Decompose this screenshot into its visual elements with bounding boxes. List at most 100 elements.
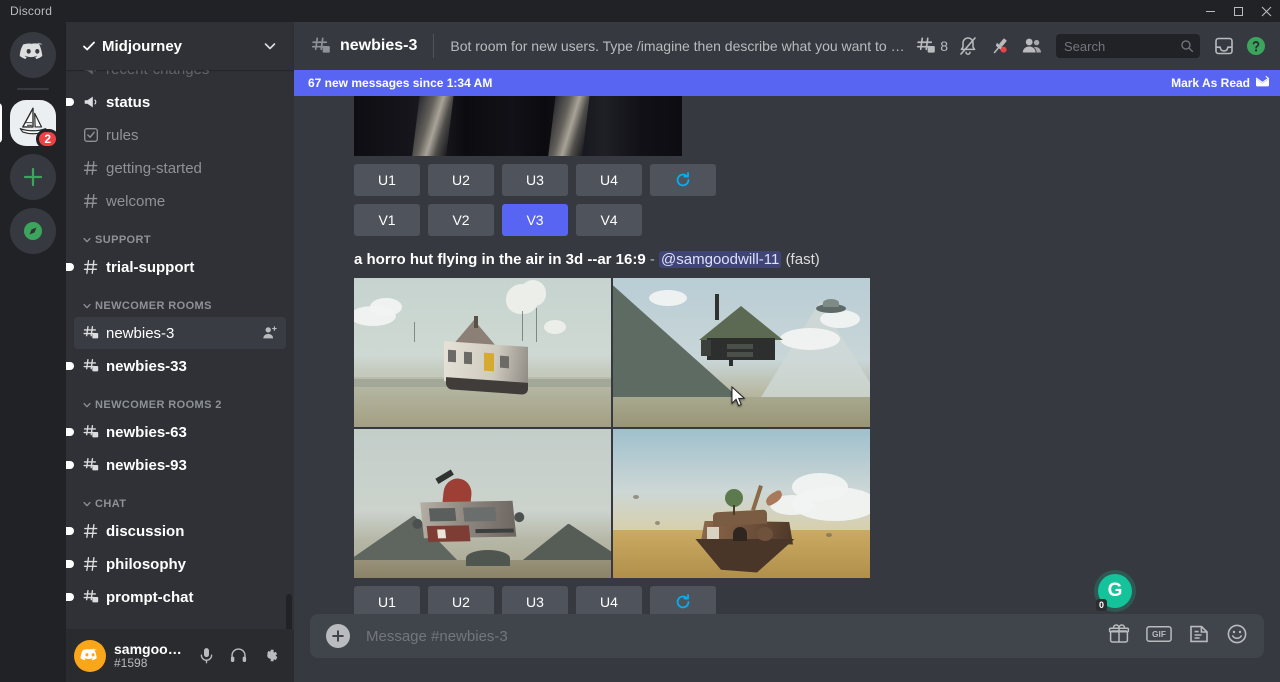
- variation-button-v1[interactable]: V1: [354, 204, 420, 236]
- mark-as-read-button[interactable]: Mark As Read: [1171, 75, 1270, 91]
- upscale-button-u4[interactable]: U4: [576, 586, 642, 615]
- threads-icon[interactable]: 8: [911, 30, 952, 62]
- close-icon[interactable]: [1252, 0, 1280, 22]
- forum-hash-icon: [82, 423, 100, 441]
- sidebar-item-philosophy[interactable]: philosophy: [74, 548, 286, 580]
- sidebar-item-newbies-63[interactable]: newbies-63: [74, 416, 286, 448]
- upscale-button-u2[interactable]: U2: [428, 164, 494, 196]
- inbox-icon[interactable]: [1208, 30, 1240, 62]
- grammarly-badge[interactable]: G 0: [1098, 574, 1132, 608]
- upscale-button-u3[interactable]: U3: [502, 586, 568, 615]
- sidebar-item-label: recent-changes: [106, 70, 278, 78]
- category-newcomer-rooms-2[interactable]: NEWCOMER ROOMS 2: [66, 383, 294, 415]
- sidebar-item-rules[interactable]: rules: [74, 119, 286, 151]
- microphone-icon[interactable]: [190, 640, 222, 672]
- message-scroller[interactable]: 67 new messages since 1:34 AM Mark As Re…: [294, 70, 1280, 614]
- search-input[interactable]: Search: [1056, 34, 1200, 58]
- grid-image-2[interactable]: [613, 278, 870, 427]
- sticker-icon[interactable]: [1188, 623, 1210, 650]
- new-messages-bar[interactable]: 67 new messages since 1:34 AM Mark As Re…: [294, 70, 1280, 96]
- rail-divider: [17, 88, 49, 90]
- user-info[interactable]: samgoodw... #1598: [114, 641, 190, 671]
- sidebar-item-discussion[interactable]: discussion: [74, 515, 286, 547]
- help-icon[interactable]: [1240, 30, 1272, 62]
- category-support[interactable]: SUPPORT: [66, 218, 294, 250]
- grid-image-1[interactable]: [354, 278, 611, 427]
- upscale-button-u4[interactable]: U4: [576, 164, 642, 196]
- grammarly-letter: G: [1108, 580, 1123, 602]
- sidebar-item-welcome[interactable]: welcome: [74, 185, 286, 217]
- sidebar-item-prompt-chat[interactable]: prompt-chat: [74, 581, 286, 613]
- upscale-button-u1[interactable]: U1: [354, 164, 420, 196]
- midjourney-image-previous[interactable]: [354, 96, 682, 156]
- sidebar-item-newbies-33[interactable]: newbies-33: [74, 350, 286, 382]
- forum-hash-icon: [82, 456, 100, 474]
- channel-topic[interactable]: Bot room for new users. Type /imagine th…: [450, 38, 911, 54]
- page-title: newbies-3: [340, 37, 417, 55]
- mark-as-read-label: Mark As Read: [1171, 76, 1250, 90]
- pinned-messages-icon[interactable]: [984, 30, 1016, 62]
- plus-icon[interactable]: [326, 624, 350, 648]
- notifications-muted-icon[interactable]: [952, 30, 984, 62]
- chevron-down-icon[interactable]: [262, 38, 278, 54]
- avatar[interactable]: [74, 640, 106, 672]
- messages-container: U1 U2 U3 U4 V: [294, 96, 1280, 614]
- maximize-icon[interactable]: [1224, 0, 1252, 22]
- server-rail: 2: [0, 22, 66, 682]
- add-server-button[interactable]: [10, 154, 56, 200]
- category-newcomer-rooms[interactable]: NEWCOMER ROOMS: [66, 284, 294, 316]
- gif-icon[interactable]: GIF: [1146, 624, 1172, 649]
- guild-name: Midjourney: [102, 38, 262, 55]
- sidebar-item-newbies-3[interactable]: newbies-3: [74, 317, 286, 349]
- sidebar-item-label: newbies-63: [106, 424, 278, 441]
- member-list-icon[interactable]: [1016, 30, 1048, 62]
- forum-hash-icon: [82, 324, 100, 342]
- content-area: newbies-3 Bot room for new users. Type /…: [294, 22, 1280, 682]
- upscale-button-u2[interactable]: U2: [428, 586, 494, 615]
- grammarly-count: 0: [1096, 599, 1107, 611]
- speed-label: (fast): [786, 251, 820, 268]
- sidebar-item-status[interactable]: status: [74, 86, 286, 118]
- grid-image-4[interactable]: [613, 429, 870, 578]
- gift-icon[interactable]: [1108, 623, 1130, 650]
- user-mention[interactable]: @samgoodwill-11: [659, 251, 781, 268]
- sidebar-item-home[interactable]: [10, 32, 56, 78]
- search-icon: [1180, 39, 1194, 53]
- upscale-button-u1[interactable]: U1: [354, 586, 420, 615]
- unread-indicator: [66, 560, 74, 568]
- gear-icon[interactable]: [254, 640, 286, 672]
- username: samgoodw...: [114, 641, 190, 657]
- variation-button-v4[interactable]: V4: [576, 204, 642, 236]
- reroll-button[interactable]: [650, 164, 716, 196]
- add-member-icon[interactable]: [262, 325, 278, 341]
- sidebar-item-midjourney[interactable]: 2: [10, 100, 56, 146]
- forum-hash-icon: [82, 357, 100, 375]
- grid-image-3[interactable]: [354, 429, 611, 578]
- minimize-icon[interactable]: [1196, 0, 1224, 22]
- guild-header[interactable]: Midjourney: [66, 22, 294, 70]
- emoji-icon[interactable]: [1226, 623, 1248, 650]
- midjourney-image-grid[interactable]: [354, 278, 870, 578]
- reroll-button[interactable]: [650, 586, 716, 615]
- channel-list-scrollbar[interactable]: [286, 594, 292, 629]
- upscale-button-u3[interactable]: U3: [502, 164, 568, 196]
- sidebar-item-label: newbies-33: [106, 358, 278, 375]
- variation-button-v3[interactable]: V3: [502, 204, 568, 236]
- discord-window: Discord: [0, 0, 1280, 682]
- sidebar-item-recent-changes[interactable]: recent-changes: [74, 70, 286, 85]
- check-icon: [82, 39, 96, 53]
- headphones-icon[interactable]: [222, 640, 254, 672]
- sidebar-item-label: newbies-93: [106, 457, 278, 474]
- rules-icon: [82, 126, 100, 144]
- message-input[interactable]: Message #newbies-3 GIF: [310, 614, 1264, 658]
- svg-text:GIF: GIF: [1152, 629, 1166, 639]
- variation-button-v2[interactable]: V2: [428, 204, 494, 236]
- explore-servers-button[interactable]: [10, 208, 56, 254]
- sidebar-item-trial-support[interactable]: trial-support: [74, 251, 286, 283]
- new-messages-text: 67 new messages since 1:34 AM: [308, 76, 1171, 90]
- sidebar-item-getting-started[interactable]: getting-started: [74, 152, 286, 184]
- category-chat[interactable]: CHAT: [66, 482, 294, 514]
- message-list[interactable]: 67 new messages since 1:34 AM Mark As Re…: [294, 70, 1280, 614]
- channel-list[interactable]: recent-changes status rules: [66, 70, 294, 629]
- sidebar-item-newbies-93[interactable]: newbies-93: [74, 449, 286, 481]
